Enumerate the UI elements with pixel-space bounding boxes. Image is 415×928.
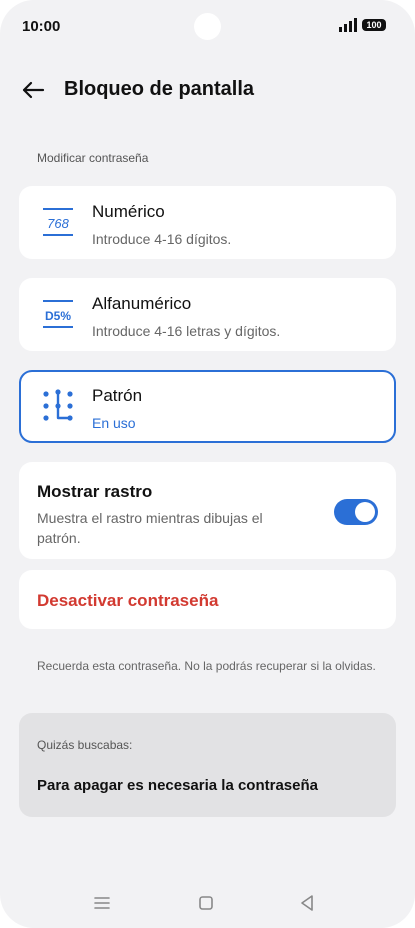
option-title: Numérico	[92, 202, 165, 221]
home-icon[interactable]	[193, 890, 219, 916]
alphanumeric-icon-text: D5%	[45, 309, 71, 323]
status-time: 10:00	[22, 18, 61, 35]
option-subtitle: Introduce 4-16 dígitos.	[92, 231, 232, 247]
option-alphanumeric[interactable]: D5% Alfanumérico Introduce 4-16 letras y…	[19, 278, 396, 351]
suggestion-card: Quizás buscabas: Para apagar es necesari…	[19, 713, 396, 817]
signal-icon	[339, 18, 357, 32]
show-trace-description: Muestra el rastro mientras dibujas el pa…	[37, 510, 263, 546]
show-trace-toggle[interactable]	[334, 499, 378, 525]
option-status-in-use: En uso	[92, 415, 136, 431]
numeric-icon-text: 768	[47, 216, 69, 231]
section-label: Modificar contraseña	[37, 151, 149, 165]
page-title: Bloqueo de pantalla	[64, 78, 255, 100]
disable-password-row[interactable]: Desactivar contraseña	[19, 570, 396, 629]
option-numeric[interactable]: 768 Numérico Introduce 4-16 dígitos.	[19, 186, 396, 259]
menu-icon[interactable]	[89, 890, 115, 916]
toggle-knob	[355, 502, 375, 522]
camera-cutout	[194, 13, 221, 40]
show-trace-row[interactable]: Mostrar rastro Muestra el rastro mientra…	[19, 462, 396, 559]
option-pattern[interactable]: Patrón En uso	[19, 370, 396, 443]
suggestion-link[interactable]: Para apagar es necesaria la contraseña	[37, 777, 318, 794]
navigation-bar	[0, 868, 415, 928]
show-trace-title: Mostrar rastro	[37, 482, 153, 501]
status-bar: 10:00 100	[0, 0, 415, 56]
option-title: Alfanumérico	[92, 294, 192, 313]
suggestion-label: Quizás buscabas:	[37, 738, 133, 752]
password-note: Recuerda esta contraseña. No la podrás r…	[37, 659, 376, 673]
pattern-icon	[43, 389, 73, 421]
phone-screen: 10:00 100 Bloqueo de pantalla Modificar …	[0, 0, 415, 928]
alphanumeric-d5-icon: D5%	[43, 300, 73, 328]
disable-password-button[interactable]: Desactivar contraseña	[37, 591, 218, 611]
option-subtitle: Introduce 4-16 letras y dígitos.	[92, 323, 281, 339]
back-triangle-icon[interactable]	[294, 890, 320, 916]
battery-icon: 100	[362, 19, 386, 31]
back-arrow-icon[interactable]	[20, 77, 46, 103]
header: Bloqueo de pantalla	[0, 70, 415, 110]
option-title: Patrón	[92, 386, 143, 405]
numeric-768-icon: 768	[43, 208, 73, 236]
